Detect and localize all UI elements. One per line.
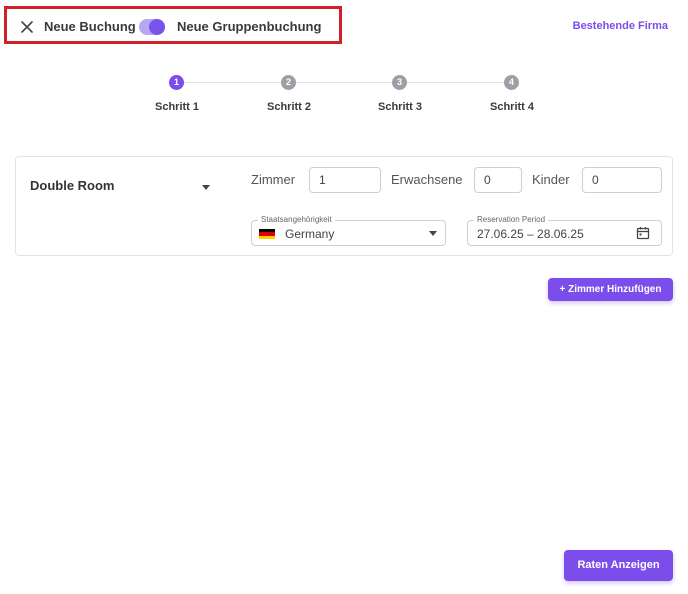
adults-label: Erwachsene <box>391 172 463 187</box>
step-connector <box>184 82 281 83</box>
close-button[interactable] <box>18 18 36 36</box>
adults-input[interactable] <box>474 167 522 193</box>
reservation-period-value: 27.06.25 – 28.06.25 <box>477 227 584 241</box>
add-room-button[interactable]: + Zimmer Hinzufügen <box>548 278 673 301</box>
new-booking-label: Neue Buchung <box>44 19 136 34</box>
children-input[interactable] <box>582 167 662 193</box>
step-connector <box>296 82 393 83</box>
caret-down-icon <box>202 185 210 190</box>
step-1-label[interactable]: Schritt 1 <box>137 101 217 113</box>
nationality-select[interactable]: Staatsangehörigkeit Germany <box>251 215 446 246</box>
step-2-label[interactable]: Schritt 2 <box>249 101 329 113</box>
room-type-select[interactable]: Double Room <box>30 176 212 196</box>
step-4-label[interactable]: Schritt 4 <box>472 101 552 113</box>
germany-flag-icon <box>259 229 275 239</box>
step-3-indicator[interactable]: 3 <box>392 75 407 90</box>
step-3-label[interactable]: Schritt 3 <box>360 101 440 113</box>
calendar-icon[interactable] <box>636 226 650 240</box>
step-1-indicator[interactable]: 1 <box>169 75 184 90</box>
new-group-booking-label: Neue Gruppenbuchung <box>177 19 322 34</box>
caret-down-icon <box>429 231 437 236</box>
reservation-period-label: Reservation Period <box>474 215 549 225</box>
toggle-knob <box>149 19 165 35</box>
rooms-label: Zimmer <box>251 172 296 187</box>
existing-company-link[interactable]: Bestehende Firma <box>573 18 668 34</box>
step-2-indicator[interactable]: 2 <box>281 75 296 90</box>
nationality-label: Staatsangehörigkeit <box>258 215 335 225</box>
children-label: Kinder <box>532 172 570 187</box>
close-icon <box>21 21 33 33</box>
nationality-value: Germany <box>285 227 335 241</box>
step-connector <box>407 82 504 83</box>
reservation-period-picker[interactable]: Reservation Period 27.06.25 – 28.06.25 <box>467 215 662 246</box>
show-rates-button[interactable]: Raten Anzeigen <box>564 550 673 581</box>
group-booking-toggle[interactable] <box>139 19 165 35</box>
rooms-input[interactable] <box>309 167 381 193</box>
room-type-value: Double Room <box>30 178 115 193</box>
step-4-indicator[interactable]: 4 <box>504 75 519 90</box>
